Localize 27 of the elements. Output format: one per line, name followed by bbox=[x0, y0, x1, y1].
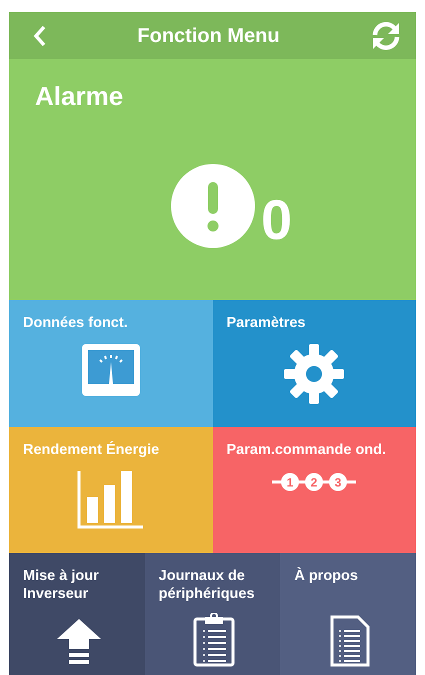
tile-label: Journaux de périphériques bbox=[158, 567, 256, 604]
document-icon bbox=[330, 615, 370, 667]
alert-icon bbox=[171, 164, 255, 248]
alarm-panel[interactable]: Alarme 0 bbox=[9, 59, 416, 300]
alarm-title: Alarme bbox=[35, 80, 124, 113]
tile-label: Paramètres bbox=[226, 314, 306, 332]
menu-tile[interactable]: Mise à jour Inverseur bbox=[9, 553, 145, 675]
tile-label: À propos bbox=[294, 567, 358, 586]
upload-arrow-icon bbox=[56, 619, 101, 667]
menu-tile[interactable]: À propos bbox=[280, 553, 416, 675]
tile-label: Données fonct. bbox=[23, 314, 128, 332]
menu-tile[interactable]: Rendement Énergie bbox=[9, 426, 212, 553]
screen-title: Fonction Menu bbox=[137, 24, 280, 48]
tile-label: Rendement Énergie bbox=[23, 440, 160, 459]
menu-tile[interactable]: Données fonct. bbox=[9, 300, 212, 426]
clipboard-icon bbox=[193, 613, 236, 667]
menu-tile[interactable]: Param.commande ond. 1 2 3 bbox=[212, 426, 416, 553]
tile-label: Param.commande ond. bbox=[226, 440, 386, 459]
bar-chart-icon bbox=[76, 470, 145, 529]
tile-label: Mise à jour Inverseur bbox=[23, 567, 100, 604]
back-button[interactable] bbox=[33, 24, 47, 46]
gear-icon bbox=[284, 344, 344, 404]
back-icon bbox=[33, 24, 47, 46]
alarm-count: 0 bbox=[261, 192, 292, 248]
menu-tile[interactable]: Journaux de périphériques bbox=[144, 553, 280, 675]
menu-tile[interactable]: Paramètres bbox=[212, 300, 416, 426]
gauge-icon bbox=[82, 344, 140, 396]
